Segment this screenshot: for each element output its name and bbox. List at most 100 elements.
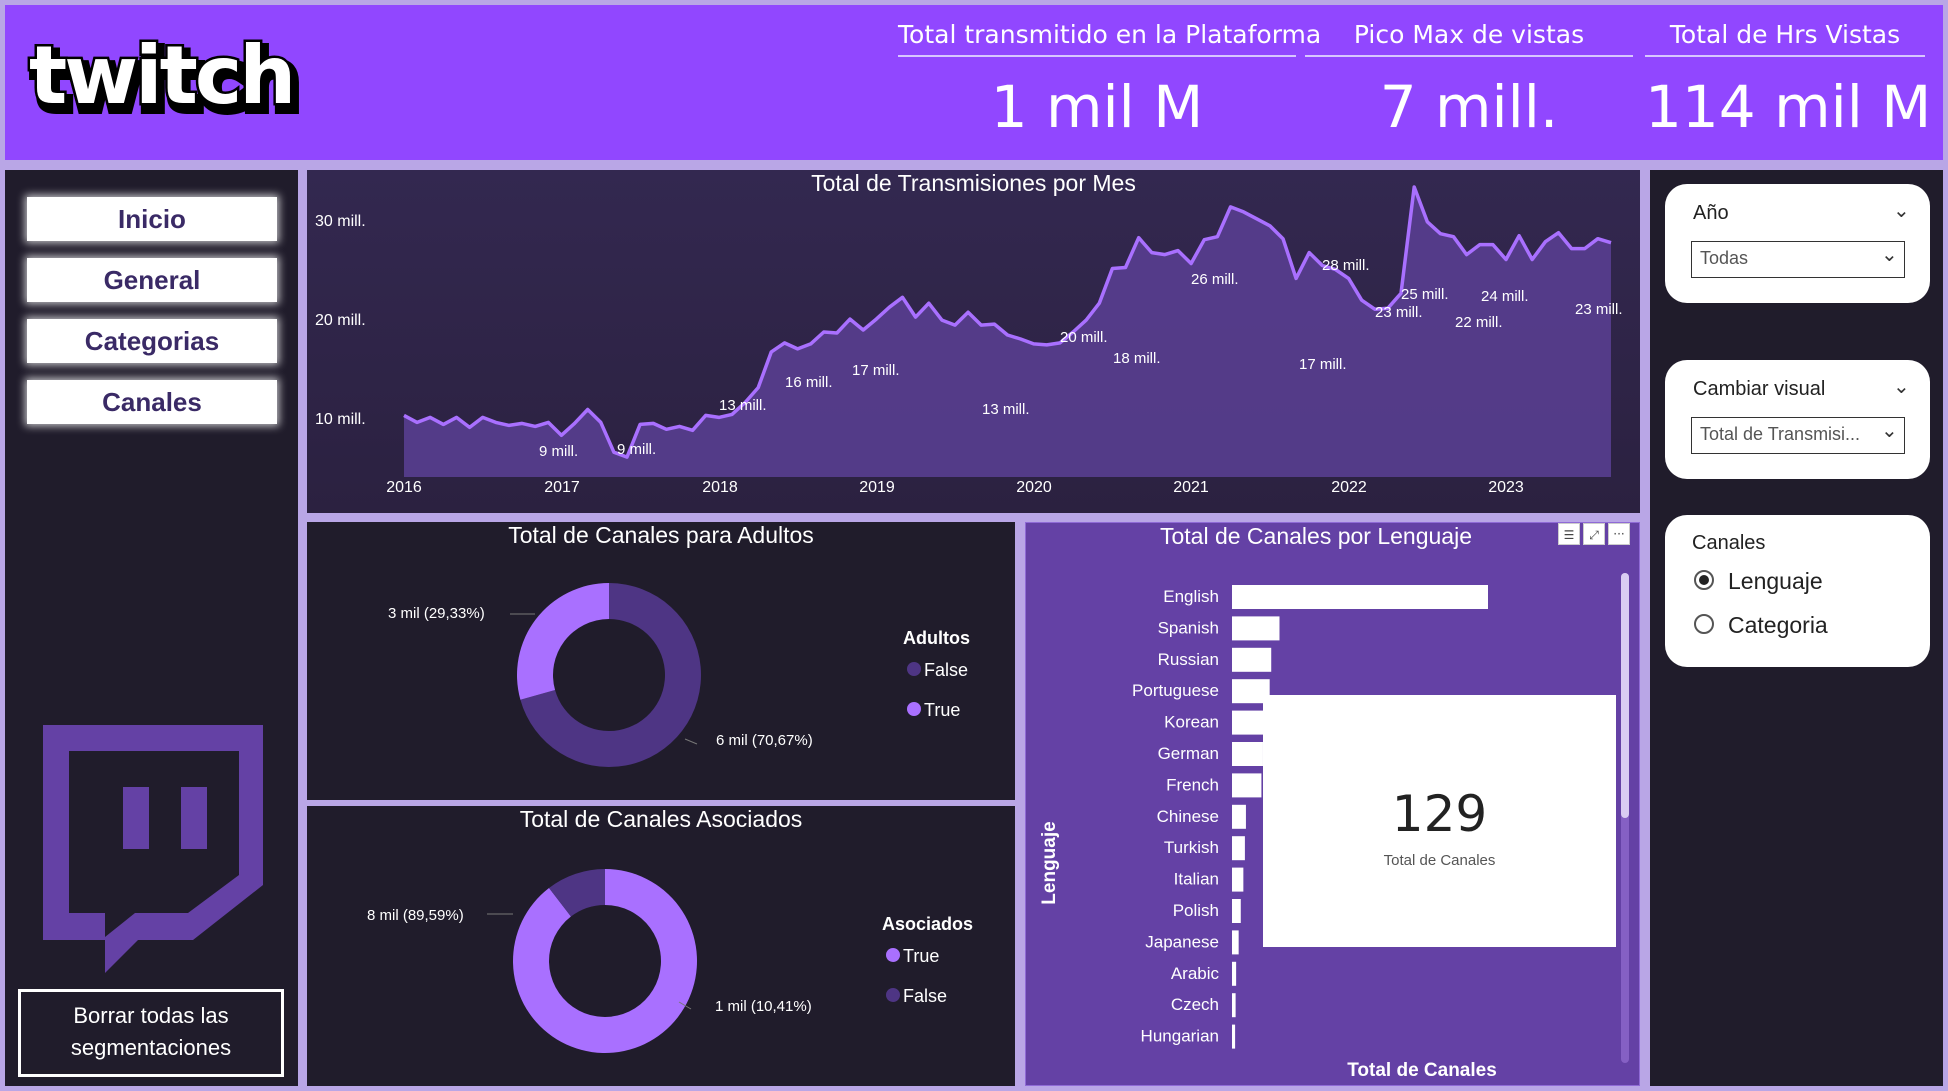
x-tick-label: 2023 xyxy=(1488,479,1524,496)
radio-unselected-icon[interactable] xyxy=(1694,613,1714,634)
nav-button-canales[interactable]: Canales xyxy=(27,380,277,424)
bar-turkish[interactable] xyxy=(1232,836,1245,861)
legend-swatch xyxy=(886,988,900,1002)
bar-czech[interactable] xyxy=(1232,993,1236,1018)
slice-label: 8 mil (89,59%) xyxy=(367,907,464,924)
dropdown-value: Todas xyxy=(1700,248,1749,268)
bar-hungarian[interactable] xyxy=(1232,1024,1236,1049)
right-slicer-panel: Año ⌄ Todas ⌄ Cambiar visual ⌄ Total de … xyxy=(1650,170,1943,1086)
radio-option-lenguaje[interactable]: Lenguaje xyxy=(1694,568,1823,595)
slice-label: 3 mil (29,33%) xyxy=(388,605,485,622)
category-label: Arabic xyxy=(1171,964,1220,983)
legend-title: Asociados xyxy=(882,914,973,934)
bar-russian[interactable] xyxy=(1232,647,1272,672)
data-label: 18 mill. xyxy=(1113,350,1161,367)
x-tick-label: 2020 xyxy=(1016,479,1052,496)
slice-label: 1 mil (10,41%) xyxy=(715,998,812,1015)
dropdown-value: Total de Transmisi... xyxy=(1700,424,1861,444)
category-label: Italian xyxy=(1174,870,1219,889)
bar-spanish[interactable] xyxy=(1232,616,1280,641)
bar-arabic[interactable] xyxy=(1232,961,1237,986)
nav-button-general[interactable]: General xyxy=(27,258,277,302)
legend-swatch xyxy=(886,948,900,962)
chevron-down-icon[interactable]: ⌄ xyxy=(1881,242,1898,266)
twitch-logo: twitch twitch xyxy=(27,27,302,133)
left-nav-panel: Inicio General Categorias Canales Borrar… xyxy=(5,170,298,1086)
donut-svg: 8 mil (89,59%) 1 mil (10,41%) Asociados … xyxy=(367,869,973,1053)
channels-slicer: Canales Lenguaje Categoria xyxy=(1665,515,1930,667)
data-label: 24 mill. xyxy=(1481,288,1529,305)
category-label: German xyxy=(1158,744,1219,763)
legend-swatch xyxy=(907,702,921,716)
category-label: Russian xyxy=(1158,650,1219,669)
adult-channels-chart: Total de Canales para Adultos 3 mil (29,… xyxy=(307,522,1015,800)
partner-channels-chart: Total de Canales Asociados 8 mil (89,59%… xyxy=(307,806,1015,1086)
x-tick-label: 2019 xyxy=(859,479,895,496)
category-label: Spanish xyxy=(1158,618,1219,637)
chevron-down-icon[interactable]: ⌄ xyxy=(1881,418,1898,442)
category-label: Japanese xyxy=(1145,932,1219,951)
y-tick-label: 20 mill. xyxy=(315,312,366,329)
year-dropdown[interactable]: Todas xyxy=(1691,241,1905,278)
radio-selected-icon[interactable] xyxy=(1694,569,1714,590)
data-label: 28 mill. xyxy=(1322,257,1370,274)
data-label: 23 mill. xyxy=(1375,304,1423,321)
tooltip-card: 129 Total de Canales xyxy=(1263,695,1616,947)
scrollbar-thumb[interactable] xyxy=(1621,573,1629,818)
data-label: 17 mill. xyxy=(852,362,900,379)
nav-button-categorias[interactable]: Categorias xyxy=(27,319,277,363)
kpi-value-peak-viewers: 7 mill. xyxy=(1379,73,1559,141)
category-label: Polish xyxy=(1173,901,1219,920)
svg-text:twitch: twitch xyxy=(29,29,293,122)
data-label: 9 mill. xyxy=(617,441,656,458)
x-tick-label: 2022 xyxy=(1331,479,1367,496)
category-label: Portuguese xyxy=(1132,681,1219,700)
legend-swatch xyxy=(907,662,921,676)
donut-svg: 3 mil (29,33%) 6 mil (70,67%) Adultos Fa… xyxy=(388,583,970,767)
kpi-title-hours-watched: Total de Hrs Vistas xyxy=(1645,20,1925,57)
slicer-title: Cambiar visual xyxy=(1693,378,1826,400)
monthly-streams-chart: Total de Transmisiones por Mes 30 mill. … xyxy=(307,170,1640,513)
area-chart-svg: 30 mill. 20 mill. 10 mill. 2016 2017 201… xyxy=(315,185,1623,496)
legend-title: Adultos xyxy=(903,628,970,648)
y-axis-title: Lenguaje xyxy=(1039,821,1060,904)
visual-dropdown[interactable]: Total de Transmisi... xyxy=(1691,417,1905,454)
year-slicer: Año ⌄ Todas ⌄ xyxy=(1665,184,1930,303)
radio-label: Categoria xyxy=(1728,612,1828,638)
twitch-glitch-icon xyxy=(43,725,263,973)
donut-slice-true[interactable] xyxy=(517,583,609,700)
data-label: 9 mill. xyxy=(539,443,578,460)
bar-polish[interactable] xyxy=(1232,899,1241,923)
data-label: 25 mill. xyxy=(1401,286,1449,303)
chevron-down-icon[interactable]: ⌄ xyxy=(1893,198,1910,222)
bar-english[interactable] xyxy=(1232,585,1488,609)
data-label: 13 mill. xyxy=(719,397,767,414)
data-label: 13 mill. xyxy=(982,401,1030,418)
y-tick-label: 10 mill. xyxy=(315,411,366,428)
kpi-value-total-streamed: 1 mil M xyxy=(990,73,1204,141)
legend-label: False xyxy=(924,660,968,680)
radio-option-categoria[interactable]: Categoria xyxy=(1694,612,1828,639)
data-label: 16 mill. xyxy=(785,374,833,391)
legend-label: True xyxy=(903,946,939,966)
clear-filters-button[interactable]: Borrar todas las segmentaciones xyxy=(18,989,284,1077)
data-label: 23 mill. xyxy=(1575,301,1623,318)
category-label: Korean xyxy=(1164,713,1219,732)
bar-german[interactable] xyxy=(1232,742,1263,766)
nav-button-inicio[interactable]: Inicio xyxy=(27,197,277,241)
slicer-title: Año xyxy=(1693,202,1729,224)
bar-chinese[interactable] xyxy=(1232,804,1246,829)
bar-italian[interactable] xyxy=(1232,867,1244,892)
category-label: Hungarian xyxy=(1141,1027,1219,1046)
data-label: 17 mill. xyxy=(1299,356,1347,373)
data-label: 20 mill. xyxy=(1060,329,1108,346)
bar-french[interactable] xyxy=(1232,773,1262,798)
x-axis-title: Total de Canales xyxy=(1347,1060,1497,1081)
bar-japanese[interactable] xyxy=(1232,930,1239,955)
scrollbar-track[interactable] xyxy=(1621,573,1629,1063)
chevron-down-icon[interactable]: ⌄ xyxy=(1893,374,1910,398)
y-tick-label: 30 mill. xyxy=(315,213,366,230)
category-label: Czech xyxy=(1171,995,1219,1014)
kpi-value-hours-watched: 114 mil M xyxy=(1645,73,1932,141)
header-bar: twitch twitch Total transmitido en la Pl… xyxy=(5,5,1943,160)
